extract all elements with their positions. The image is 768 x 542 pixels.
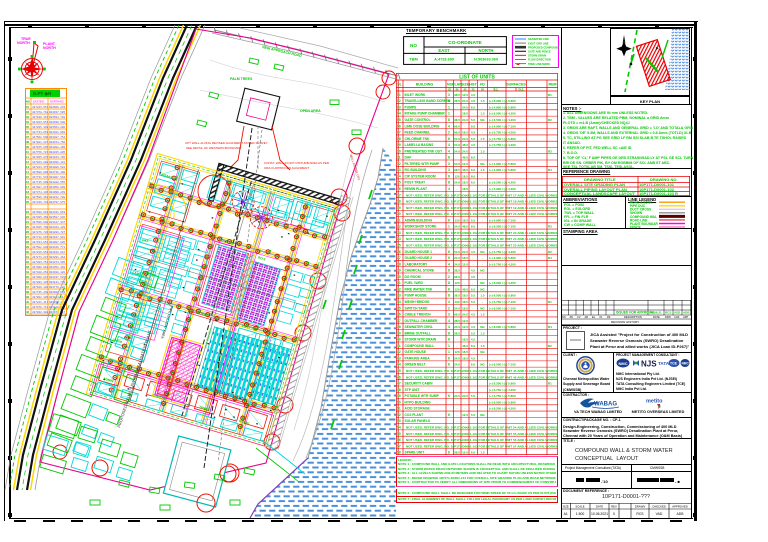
svg-text:CRZ-III APPROVED ALIGNMENT: CRZ-III APPROVED ALIGNMENT (264, 166, 309, 170)
svg-text:INTAKE: INTAKE (161, 173, 173, 180)
svg-text:SEE DETAIL OF WESTERN BOUNDARY: SEE DETAIL OF WESTERN BOUNDARY (186, 146, 242, 150)
svg-text:CPT WALL ALONG REVISED ALIGNME: CPT WALL ALONG REVISED ALIGNMENT AS PER … (185, 141, 268, 145)
svg-text:RO-2: RO-2 (257, 255, 266, 261)
svg-text:NEW APPROACH ROAD: NEW APPROACH ROAD (262, 45, 303, 58)
svg-text:PALM TREES: PALM TREES (230, 77, 253, 81)
svg-text:CONST. WALL IN NOT DISTURB ARE: CONST. WALL IN NOT DISTURB AREA AS PER (264, 161, 330, 165)
svg-text:OPEN AREA: OPEN AREA (300, 109, 321, 113)
svg-text:FILTERS: FILTERS (195, 310, 209, 318)
